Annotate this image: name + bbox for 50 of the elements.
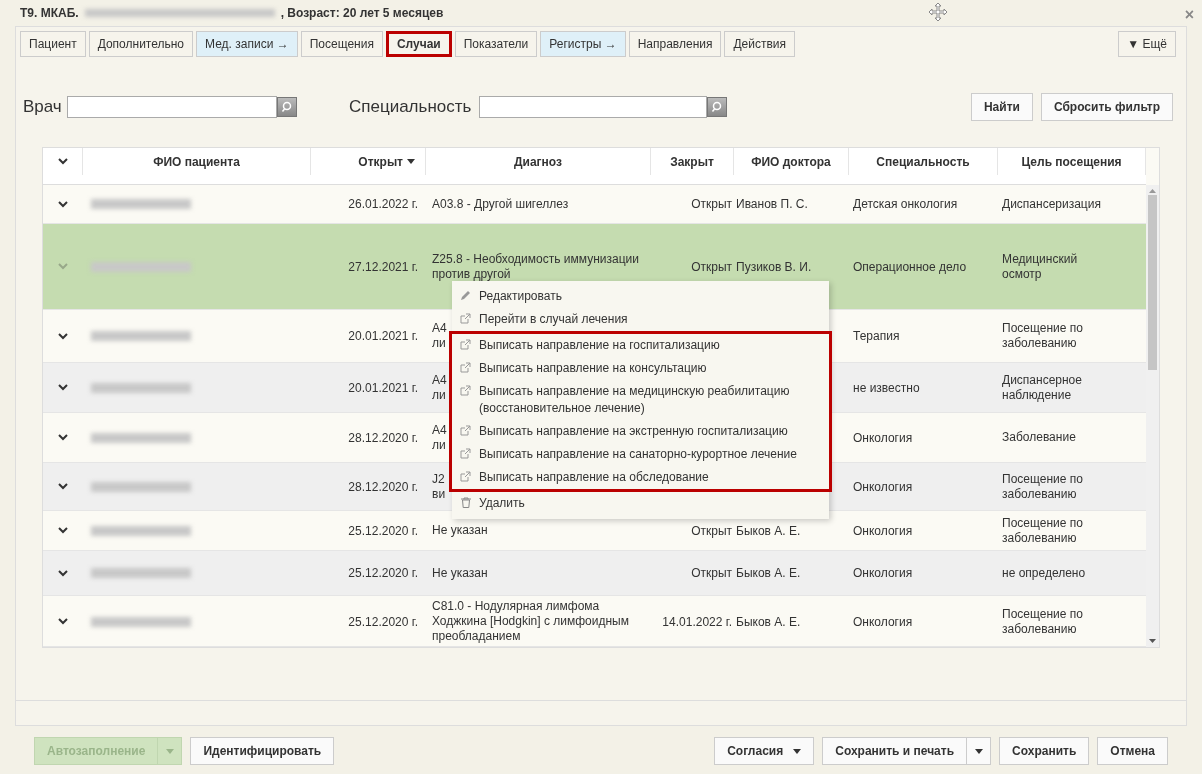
- table-cell-text: не определено: [1002, 565, 1087, 581]
- table-cell-text: Онкология: [853, 522, 913, 540]
- table-cell-text: 25.12.2020 г.: [348, 565, 418, 582]
- table-cell-text: Заболевание: [1002, 430, 1077, 445]
- table-cell-text: Посещение по заболеванию: [1002, 515, 1084, 546]
- table-cell-text: Посещение по заболеванию: [1002, 606, 1084, 637]
- table-cell-text: 20.01.2021 г.: [348, 328, 418, 345]
- table-cell-text: не известно: [853, 379, 920, 397]
- table-cell-text: J2 ви: [432, 471, 447, 502]
- table-cell: А03.8 - Другой шигеллез: [432, 196, 569, 212]
- table-cell-text: Открыт: [691, 196, 732, 213]
- table-cell-text: Иванов П. С.: [736, 196, 808, 213]
- table-cell-text: Детская онкология: [853, 196, 958, 213]
- table-cell-text: Быков А. Е.: [736, 613, 801, 631]
- table-cell-text: 14.01.2022 г.: [662, 613, 732, 631]
- table-cell-text: Открыт: [691, 565, 732, 582]
- window-title: , Возраст: 20 лет 5 месяцев: [280, 5, 444, 22]
- table-cell-text: 25.12.2020 г.: [348, 613, 418, 631]
- table-cell-text: Диспансерное наблюдение: [1002, 372, 1083, 403]
- table-cell-text: Открыт: [691, 258, 732, 276]
- table-cell-text: Быков А. Е.: [736, 565, 801, 582]
- table-cell-text: 28.12.2020 г.: [348, 478, 418, 496]
- table-cell: А4 ли: [432, 321, 448, 351]
- table-cell: Не указан: [432, 523, 488, 538]
- table-cell-text: Быков А. Е.: [736, 522, 801, 540]
- table-cell: Диспансеризация: [1002, 196, 1102, 212]
- table-cell-text: 20.01.2021 г.: [348, 379, 418, 397]
- filter-label: Специальность: [349, 96, 472, 119]
- table-cell-text: Медицинский осмотр: [1002, 251, 1079, 282]
- table-cell-text: Операционное дело: [853, 258, 967, 276]
- table-cell-text: Онкология: [853, 478, 913, 496]
- table-cell: А4 ли: [432, 422, 448, 453]
- filter-label: Врач: [23, 96, 63, 119]
- window-title: Т9. МКАБ.: [20, 5, 79, 22]
- table-cell-text: 27.12.2021 г.: [348, 258, 418, 276]
- table-cell-text: Открыт: [691, 522, 732, 540]
- table-cell-text: Онкология: [853, 429, 913, 447]
- table-cell-text: 28.12.2020 г.: [348, 429, 418, 447]
- table-cell-text: Пузиков В. И.: [736, 258, 812, 276]
- table-cell-text: Онкология: [853, 565, 913, 582]
- table-cell-text: 26.01.2022 г.: [348, 196, 418, 213]
- table-cell-text: Посещение по заболеванию: [1002, 471, 1084, 502]
- table-cell: А4 ли: [432, 372, 448, 403]
- table-cell-text: C81.0 - Нодулярная лимфома Ходжкина [Hodgkin] с лимфоидным преобладанием: [432, 599, 630, 644]
- table-cell-text: 25.12.2020 г.: [348, 522, 418, 540]
- table-cell-text: Посещение по заболеванию: [1002, 321, 1084, 351]
- table-cell-text: Терапия: [853, 328, 900, 345]
- table-cell-text: Z25.8 - Необходимость иммунизации против другой: [432, 251, 640, 282]
- table-cell-text: Онкология: [853, 613, 913, 631]
- table-cell: Не указан: [432, 565, 488, 581]
